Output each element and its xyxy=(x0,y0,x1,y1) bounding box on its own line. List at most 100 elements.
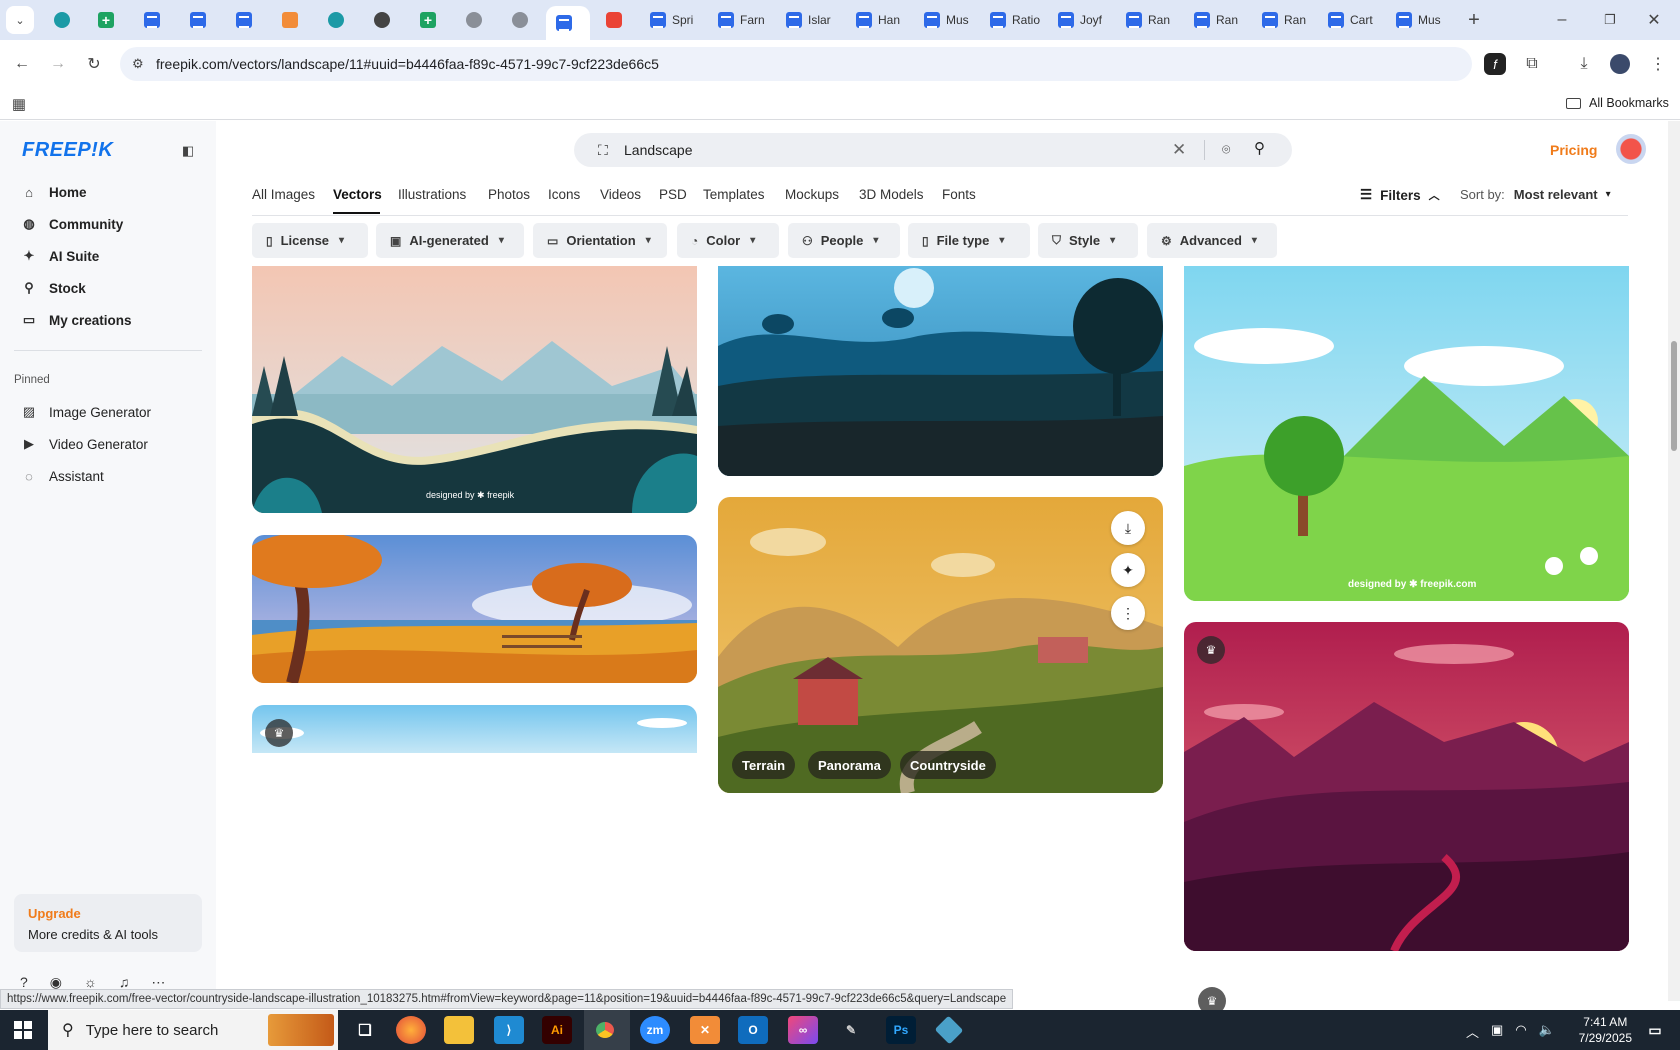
filter-chip-color[interactable]: ◔ Color ▾ xyxy=(677,223,779,258)
search-icon[interactable]: ⚲ xyxy=(1254,139,1265,157)
browser-tab[interactable]: Ran xyxy=(1184,6,1246,34)
scrollbar-thumb[interactable] xyxy=(1671,341,1677,451)
browser-tab[interactable] xyxy=(226,6,266,34)
browser-tab[interactable] xyxy=(318,6,358,34)
forward-button[interactable]: → xyxy=(44,50,72,78)
sidebar-item-stock[interactable]: ⚲ Stock xyxy=(14,273,204,303)
tab-3d-models[interactable]: 3D Models xyxy=(859,187,924,202)
notifications-icon[interactable]: ▭ xyxy=(1640,1016,1670,1044)
extensions-icon[interactable]: ⧉ xyxy=(1518,50,1546,78)
tab-videos[interactable]: Videos xyxy=(600,187,641,202)
browser-tab[interactable] xyxy=(410,6,450,34)
sidebar-item-community[interactable]: ◍ Community xyxy=(14,209,204,239)
browser-tab[interactable] xyxy=(134,6,174,34)
browser-tab[interactable] xyxy=(546,6,590,40)
search-input[interactable]: Landscape xyxy=(624,142,693,158)
volume-icon[interactable]: 🔈 xyxy=(1539,1022,1555,1041)
illustrator-icon[interactable]: Ai xyxy=(542,1016,572,1044)
sidebar-item-video-generator[interactable]: ▶ Video Generator xyxy=(14,429,204,459)
back-button[interactable]: ← xyxy=(8,50,36,78)
tab-icons[interactable]: Icons xyxy=(548,187,580,202)
all-bookmarks[interactable]: All Bookmarks xyxy=(1566,96,1669,110)
menu-kebab-icon[interactable]: ⋮ xyxy=(1644,50,1672,78)
browser-tab[interactable]: Cart xyxy=(1318,6,1380,34)
tab-mockups[interactable]: Mockups xyxy=(785,187,839,202)
image-card-blue-silhouette[interactable] xyxy=(718,266,1163,476)
filters-toggle[interactable]: ☰ Filters ︿ xyxy=(1360,187,1440,203)
filter-chip-advanced[interactable]: ⚙ Advanced ▾ xyxy=(1147,223,1277,258)
tag-panorama[interactable]: Panorama xyxy=(808,751,891,779)
restore-button[interactable]: ❐ xyxy=(1596,6,1624,34)
filter-chip-file-type[interactable]: ▯ File type ▾ xyxy=(908,223,1030,258)
tab-all-images[interactable]: All Images xyxy=(252,187,315,202)
sidebar-item-my-creations[interactable]: ▭ My creations xyxy=(14,305,204,335)
zoom-icon[interactable]: zm xyxy=(640,1016,670,1044)
apps-grid-icon[interactable]: ▦ xyxy=(5,90,33,118)
wifi-icon[interactable]: ◠ xyxy=(1515,1022,1526,1041)
browser-tab[interactable] xyxy=(364,6,404,34)
browser-tab[interactable] xyxy=(456,6,496,34)
image-card-countryside[interactable]: ⤓ ✦ ⋮ Terrain Panorama Countryside xyxy=(718,497,1163,793)
tab-templates[interactable]: Templates xyxy=(703,187,765,202)
tab-fonts[interactable]: Fonts xyxy=(942,187,976,202)
sidebar-item-image-generator[interactable]: ▨ Image Generator xyxy=(14,397,204,427)
browser-tab[interactable]: Han xyxy=(846,6,908,34)
image-card-sky-partial[interactable]: ♛ xyxy=(252,705,697,753)
task-view-icon[interactable]: ❏ xyxy=(350,1016,380,1044)
tag-countryside[interactable]: Countryside xyxy=(900,751,996,779)
clear-search-icon[interactable]: ✕ xyxy=(1172,140,1186,160)
browser-tab[interactable] xyxy=(596,6,636,34)
scan-icon[interactable]: ⛶ xyxy=(598,142,608,159)
tab-illustrations[interactable]: Illustrations xyxy=(398,187,466,202)
browser-tab[interactable] xyxy=(44,6,84,34)
app-gem-icon[interactable] xyxy=(934,1015,964,1045)
image-card-autumn-tree[interactable] xyxy=(252,535,697,683)
browser-tab[interactable]: Mus xyxy=(914,6,976,34)
pen-tool-icon[interactable]: ✎ xyxy=(836,1016,866,1044)
filter-chip-style[interactable]: ⛉ Style ▾ xyxy=(1038,223,1138,258)
windows-start-icon[interactable] xyxy=(14,1021,32,1039)
creative-cloud-icon[interactable]: ∞ xyxy=(788,1016,818,1044)
tab-search-button[interactable]: ⌄ xyxy=(6,6,34,34)
url-text[interactable]: freepik.com/vectors/landscape/11#uuid=b4… xyxy=(156,56,659,72)
collapse-sidebar-icon[interactable]: ◧ xyxy=(174,137,202,165)
more-options-button[interactable]: ⋮ xyxy=(1111,596,1145,630)
tag-terrain[interactable]: Terrain xyxy=(732,751,796,779)
search-bar[interactable]: ⛶ Landscape ✕ ⌾ ⚲ xyxy=(574,133,1292,167)
camera-icon[interactable]: ⌾ xyxy=(1222,141,1230,158)
filter-chip-license[interactable]: ▯ License ▾ xyxy=(252,223,368,258)
browser-tab[interactable] xyxy=(180,6,220,34)
image-card-green-hills[interactable]: designed by ✱ freepik.com xyxy=(1184,266,1629,601)
sort-dropdown[interactable]: Sort by: Most relevant ▾ xyxy=(1460,187,1611,202)
reload-button[interactable]: ↻ xyxy=(80,50,108,78)
browser-tab[interactable]: Farn xyxy=(708,6,770,34)
browser-tab[interactable]: Ran xyxy=(1116,6,1178,34)
user-avatar[interactable] xyxy=(1616,134,1646,164)
download-icon[interactable]: ⤓ xyxy=(1570,50,1598,78)
firefox-icon[interactable] xyxy=(396,1016,426,1044)
file-explorer-icon[interactable] xyxy=(444,1016,474,1044)
browser-tab[interactable]: Mus xyxy=(1386,6,1448,34)
browser-tab[interactable] xyxy=(88,6,128,34)
sidebar-item-home[interactable]: ⌂ Home xyxy=(14,177,204,207)
sidebar-item-ai-suite[interactable]: ✦ AI Suite xyxy=(14,241,204,271)
image-card-lake-mountains[interactable]: designed by ✱ freepik xyxy=(252,266,697,513)
image-card-sunset-mountains[interactable]: ♛ xyxy=(1184,622,1629,951)
upgrade-card[interactable]: Upgrade More credits & AI tools xyxy=(14,894,202,952)
address-bar[interactable]: ⚙ freepik.com/vectors/landscape/11#uuid=… xyxy=(120,47,1472,81)
system-clock[interactable]: 7:41 AM 7/29/2025 xyxy=(1579,1014,1632,1046)
outlook-icon[interactable]: O xyxy=(738,1016,768,1044)
tab-psd[interactable]: PSD xyxy=(659,187,687,202)
new-tab-button[interactable]: + xyxy=(1460,6,1488,34)
site-info-icon[interactable]: ⚙ xyxy=(132,56,144,72)
chevron-up-icon[interactable]: ︿ xyxy=(1466,1022,1479,1041)
browser-tab[interactable]: Ran xyxy=(1252,6,1314,34)
page-scrollbar[interactable] xyxy=(1668,121,1680,1001)
vscode-icon[interactable]: ⟩ xyxy=(494,1016,524,1044)
filter-chip-people[interactable]: ⚇ People ▾ xyxy=(788,223,900,258)
network-icon[interactable]: ▣ xyxy=(1491,1022,1503,1041)
filter-chip-ai-generated[interactable]: ▣ AI-generated ▾ xyxy=(376,223,524,258)
tab-photos[interactable]: Photos xyxy=(488,187,530,202)
minimize-button[interactable]: – xyxy=(1548,6,1576,34)
browser-tab[interactable]: Joyf xyxy=(1048,6,1110,34)
